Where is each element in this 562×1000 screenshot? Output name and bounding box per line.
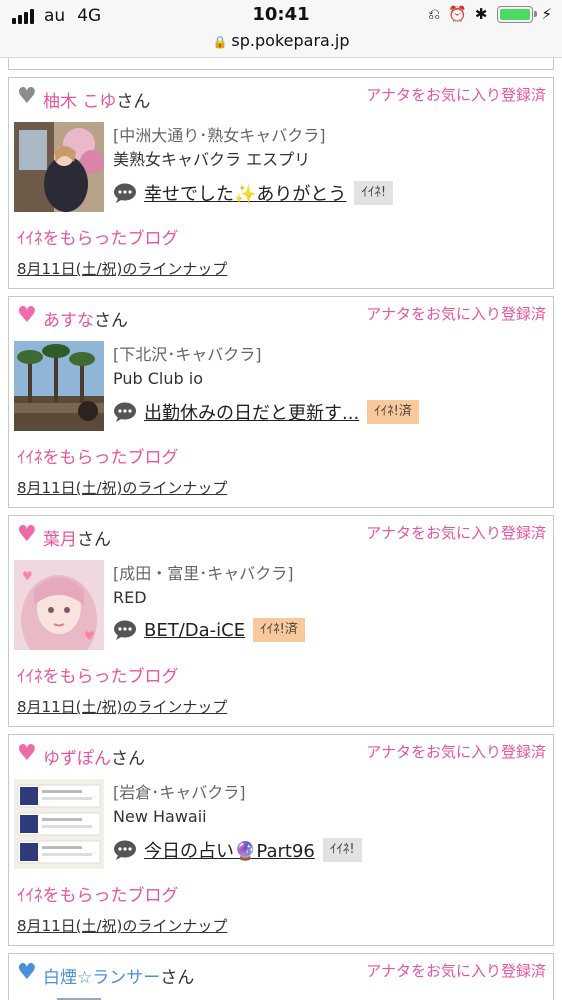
svg-text:♥: ♥ <box>84 629 95 643</box>
previous-card-bottom <box>8 58 554 70</box>
cast-name-line: ゆずぽんさん <box>43 744 145 769</box>
comment-bubble-icon <box>113 183 137 203</box>
alarm-icon: ⏰ <box>448 5 467 23</box>
liked-blog-link[interactable]: ｲｲﾈをもらったブログ <box>17 443 179 468</box>
blog-title-link[interactable]: 幸せでした✨ありがとう <box>144 180 346 206</box>
iine-button[interactable]: ｲｲﾈ! <box>354 181 394 205</box>
lineup-link[interactable]: 8月11日(土/祝)のラインナップ <box>17 258 227 279</box>
pink-heart-icon: ♥ <box>17 303 37 328</box>
cast-name-line: 葉月さん <box>43 525 111 550</box>
comment-bubble-icon <box>113 402 137 422</box>
blog-title-link[interactable]: 今日の占い🔮Part96 <box>144 837 315 863</box>
name-suffix: さん <box>116 92 151 112</box>
cast-photo[interactable] <box>14 779 104 869</box>
favorite-card: ♥ 白煙☆ランサーさん アナタをお気に入り登録済 <box>8 953 554 1000</box>
name-suffix: さん <box>77 530 111 550</box>
name-suffix: さん <box>111 749 145 769</box>
shop-area: [成田・富里･キャバクラ] <box>113 564 294 583</box>
battery-icon <box>497 5 538 23</box>
shop-name[interactable]: New Hawaii <box>113 805 362 829</box>
blog-title-link[interactable]: 出勤休みの日だと更新す... <box>144 399 359 425</box>
shop-name[interactable]: 美熟女キャバクラ エスプリ <box>113 148 393 172</box>
shop-name[interactable]: RED <box>113 586 305 610</box>
cast-name[interactable]: 柚木 こゆ <box>43 92 116 112</box>
cast-photo[interactable] <box>14 341 104 431</box>
favorite-status: アナタをお気に入り登録済 <box>366 524 546 542</box>
pink-heart-icon: ♥ <box>17 522 37 547</box>
iine-done-badge[interactable]: ｲｲﾈ!済 <box>253 618 305 642</box>
shop-area: [岩倉･キャバクラ] <box>113 783 246 802</box>
lineup-link[interactable]: 8月11日(土/祝)のラインナップ <box>17 477 227 498</box>
charging-icon: ⚡ <box>541 5 552 23</box>
shop-area: [中洲大通り･熟女キャバクラ] <box>113 126 326 145</box>
gray-heart-icon: ♥ <box>17 84 37 109</box>
favorite-status: アナタをお気に入り登録済 <box>366 86 546 104</box>
status-bar: au 4G 10:41 ⎌ ⏰ ✱ ⚡ 🔒 sp.pokepara.jp <box>0 0 562 58</box>
cast-name-line: あすなさん <box>43 306 128 331</box>
bluetooth-icon: ✱ <box>474 5 488 23</box>
comment-bubble-icon <box>113 840 137 860</box>
lock-icon: 🔒 <box>212 35 228 49</box>
blog-title-link[interactable]: BET/Da-iCE <box>144 620 245 641</box>
cast-photo[interactable]: ♥ ♥ <box>14 560 104 650</box>
lineup-link[interactable]: 8月11日(土/祝)のラインナップ <box>17 915 227 936</box>
cast-name[interactable]: 白煙☆ランサー <box>43 968 160 988</box>
iine-button[interactable]: ｲｲﾈ! <box>322 838 362 862</box>
shop-area: [下北沢･キャバクラ] <box>113 345 262 364</box>
blue-heart-icon: ♥ <box>17 960 37 985</box>
liked-blog-link[interactable]: ｲｲﾈをもらったブログ <box>17 224 179 249</box>
favorite-status: アナタをお気に入り登録済 <box>366 962 546 980</box>
favorite-card: ♥ 葉月さん アナタをお気に入り登録済 ♥ ♥ [成田・富里･キャバクラ] RE… <box>8 515 554 727</box>
cast-name-line: 柚木 こゆさん <box>43 87 150 112</box>
pink-heart-icon: ♥ <box>17 741 37 766</box>
name-suffix: さん <box>94 311 128 331</box>
favorite-card: ♥ ゆずぽんさん アナタをお気に入り登録済 [岩倉･キャバクラ] New Haw… <box>8 734 554 946</box>
shop-name[interactable]: Pub Club io <box>113 367 419 391</box>
lineup-link[interactable]: 8月11日(土/祝)のラインナップ <box>17 696 227 717</box>
cast-name[interactable]: ゆずぽん <box>43 749 111 769</box>
status-right: ⎌ ⏰ ✱ ⚡ <box>420 5 552 23</box>
liked-blog-link[interactable]: ｲｲﾈをもらったブログ <box>17 881 179 906</box>
cast-name-line: 白煙☆ランサーさん <box>43 963 194 988</box>
cast-name[interactable]: あすな <box>43 311 94 331</box>
favorite-status: アナタをお気に入り登録済 <box>366 743 546 761</box>
favorite-status: アナタをお気に入り登録済 <box>366 305 546 323</box>
rotation-lock-icon: ⎌ <box>428 5 441 23</box>
name-suffix: さん <box>160 968 195 988</box>
comment-bubble-icon <box>113 620 137 640</box>
favorite-card: ♥ あすなさん アナタをお気に入り登録済 [下北沢･キャバクラ] Pub Clu… <box>8 296 554 508</box>
url-text: sp.pokepara.jp <box>231 31 350 50</box>
iine-done-badge[interactable]: ｲｲﾈ!済 <box>367 400 419 424</box>
svg-text:♥: ♥ <box>22 569 33 583</box>
favorite-card: ♥ 柚木 こゆさん アナタをお気に入り登録済 [中洲大通り･熟女キャバクラ] 美… <box>8 77 554 289</box>
address-bar[interactable]: 🔒 sp.pokepara.jp <box>0 31 562 50</box>
cast-photo[interactable] <box>14 122 104 212</box>
cast-name[interactable]: 葉月 <box>43 530 77 550</box>
liked-blog-link[interactable]: ｲｲﾈをもらったブログ <box>17 662 179 687</box>
